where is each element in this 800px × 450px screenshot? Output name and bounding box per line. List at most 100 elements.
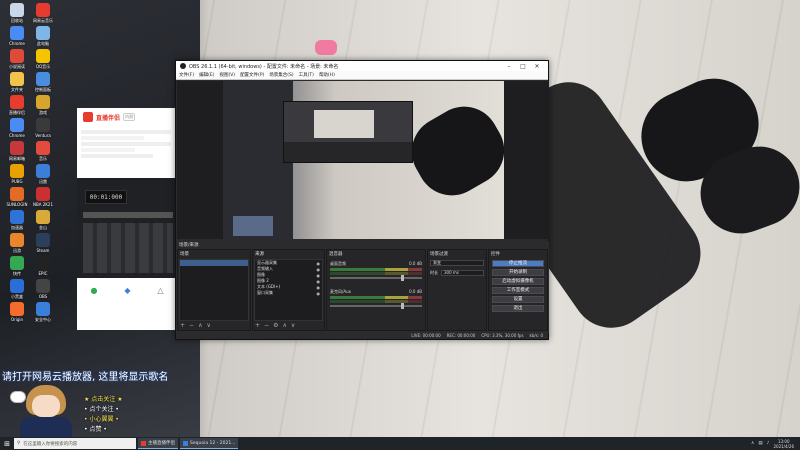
chat-line: • 点赞 • — [84, 426, 107, 433]
taskbar-item-live-companion[interactable]: 主播直播伴侣 — [138, 438, 178, 449]
mixer-channel: 桌面音频 0.0 dB — [328, 259, 424, 281]
desktop-icon[interactable]: EPIC — [31, 256, 55, 281]
link-icon[interactable]: △ — [157, 286, 163, 295]
controls-title: 控件 — [491, 252, 500, 257]
desktop-icon[interactable]: 回收站 — [5, 3, 29, 28]
live-companion-window[interactable]: 直播伴侣 内测 00:01:000 ● ◆ △ — [77, 108, 177, 330]
desktop-icon[interactable]: 此电脑 — [31, 26, 55, 51]
taskbar-item-sequoia[interactable]: Sequoia 12 - 2021... — [180, 438, 239, 449]
move-down-icon[interactable]: ∨ — [291, 322, 295, 329]
desktop-icon[interactable]: Ventura — [31, 118, 55, 143]
desktop-icon[interactable]: NBA 2K21 — [31, 187, 55, 212]
volume-icon[interactable]: ♪ — [767, 441, 770, 446]
share-panel: ● ◆ △ — [77, 278, 177, 330]
desktop-icon[interactable]: SUNLOGIN — [5, 187, 29, 212]
desktop-icon[interactable]: 快传 — [5, 256, 29, 281]
exit-button[interactable]: 退出 — [492, 305, 544, 312]
chevron-up-icon[interactable]: ∧ — [751, 441, 754, 446]
obs-docks: 场景/来源 场景 + − ∧ ∨ 来源 显示器采集 ● 音频输入 ● 图像 ● 图像 … — [177, 241, 549, 333]
desktop-icon[interactable]: 网易邮箱 — [5, 141, 29, 166]
taskbar-clock[interactable]: 13:00 2021/4/26 — [773, 439, 794, 449]
desktop-icon[interactable]: Steam — [31, 233, 55, 258]
desktop-icon[interactable]: 直播伴侣 — [5, 95, 29, 120]
maximize-button[interactable]: □ — [516, 63, 530, 70]
desktop-icon[interactable]: Chrome — [5, 26, 29, 51]
remove-scene-button[interactable]: − — [189, 322, 194, 329]
stop-streaming-button[interactable]: 停止推流 — [492, 260, 544, 267]
volume-slider[interactable] — [330, 303, 422, 309]
duration-input[interactable]: 300 ms — [441, 270, 484, 276]
desktop-icon[interactable]: 音乐 — [31, 141, 55, 166]
sources-list[interactable]: 显示器采集 ● 音频输入 ● 图像 ● 图像 2 ● 文本 (GDI+) ● 窗口采集 ● — [254, 259, 323, 321]
start-button[interactable]: ⊞ — [0, 440, 14, 448]
desktop-icon[interactable]: 控制面板 — [31, 72, 55, 97]
desktop-icon[interactable]: 金山 — [31, 210, 55, 235]
menu-help[interactable]: 帮助(H) — [319, 72, 335, 78]
network-icon[interactable]: ▤ — [758, 441, 762, 446]
visibility-icon[interactable]: ● — [317, 267, 321, 272]
studio-mode-button[interactable]: 工作室模式 — [492, 287, 544, 294]
visibility-icon[interactable]: ● — [317, 273, 321, 278]
add-scene-button[interactable]: + — [180, 322, 185, 329]
mixer-faders[interactable] — [83, 223, 173, 273]
desktop-icon[interactable]: 文件夹 — [5, 72, 29, 97]
close-button[interactable]: ✕ — [530, 63, 544, 70]
app-icon — [10, 118, 24, 132]
desktop-icon[interactable]: 小说阅读 — [5, 49, 29, 74]
desktop-icon[interactable]: 网易云音乐 — [31, 3, 55, 28]
settings-button[interactable]: 设置 — [492, 296, 544, 303]
desktop-icon[interactable]: 安全中心 — [31, 302, 55, 327]
visibility-icon[interactable]: ● — [317, 291, 321, 296]
obs-window[interactable]: OBS 26.1.1 (64-bit, windows) - 配置文件: 未命名… — [175, 60, 549, 340]
desktop-icon[interactable]: QQ音乐 — [31, 49, 55, 74]
desktop-icon[interactable]: OBS — [31, 279, 55, 304]
scenes-list[interactable] — [179, 259, 249, 321]
app-icon — [10, 72, 24, 86]
menu-profile[interactable]: 配置文件(P) — [240, 72, 264, 78]
desktop-icon[interactable]: 迅游 — [5, 233, 29, 258]
obs-titlebar: OBS 26.1.1 (64-bit, windows) - 配置文件: 未命名… — [176, 61, 548, 71]
add-source-button[interactable]: + — [255, 322, 260, 329]
live-companion-header: 直播伴侣 内测 — [77, 108, 177, 126]
app-icon — [141, 440, 146, 446]
menu-tools[interactable]: 工具(T) — [299, 72, 314, 78]
desktop-icon[interactable]: PUBG — [5, 164, 29, 189]
visibility-icon[interactable]: ● — [317, 285, 321, 290]
gear-icon[interactable]: ⚙ — [273, 322, 278, 329]
move-up-icon[interactable]: ∧ — [282, 322, 286, 329]
desktop-icon[interactable]: 加速器 — [5, 210, 29, 235]
remove-source-button[interactable]: − — [264, 322, 269, 329]
visibility-icon[interactable]: ● — [317, 261, 321, 266]
menu-file[interactable]: 文件(F) — [179, 72, 194, 78]
desktop-icon-label: Origin — [10, 317, 24, 322]
scene-item[interactable] — [180, 260, 248, 266]
source-item[interactable]: 窗口采集 ● — [255, 290, 322, 296]
minimize-button[interactable]: – — [502, 63, 516, 70]
preview-area[interactable] — [177, 81, 549, 239]
taskbar-search-box[interactable]: ⚲ 在这里输入你要搜索的内容 — [14, 438, 136, 449]
virtual-camera-button[interactable]: 启动虚拟摄像机 — [492, 278, 544, 285]
app-icon — [10, 141, 24, 155]
app-icon — [10, 3, 24, 17]
share-icon[interactable]: ◆ — [124, 286, 130, 295]
transport-bar[interactable] — [83, 212, 173, 218]
taskbar: ⊞ ⚲ 在这里输入你要搜索的内容 主播直播伴侣 Sequoia 12 - 202… — [0, 437, 800, 450]
menu-scene-collection[interactable]: 场景集合(S) — [269, 72, 293, 78]
volume-slider[interactable] — [330, 275, 422, 281]
visibility-icon[interactable]: ● — [317, 279, 321, 284]
transition-type-select[interactable]: 渐变 — [430, 260, 484, 266]
desktop-icon[interactable]: Chrome — [5, 118, 29, 143]
start-recording-button[interactable]: 开始录制 — [492, 269, 544, 276]
desktop-icon[interactable]: 游戏 — [31, 95, 55, 120]
desktop-icon[interactable]: Origin — [5, 302, 29, 327]
preview-avatar — [233, 216, 273, 236]
preview-canvas[interactable] — [223, 81, 504, 239]
app-icon — [10, 302, 24, 316]
desktop-icon[interactable]: 迅雷 — [31, 164, 55, 189]
desktop-icon[interactable]: 小黑盒 — [5, 279, 29, 304]
move-down-icon[interactable]: ∨ — [206, 322, 210, 329]
move-up-icon[interactable]: ∧ — [198, 322, 202, 329]
menu-view[interactable]: 视图(V) — [219, 72, 235, 78]
menu-edit[interactable]: 编辑(E) — [199, 72, 214, 78]
wechat-icon[interactable]: ● — [90, 286, 97, 295]
